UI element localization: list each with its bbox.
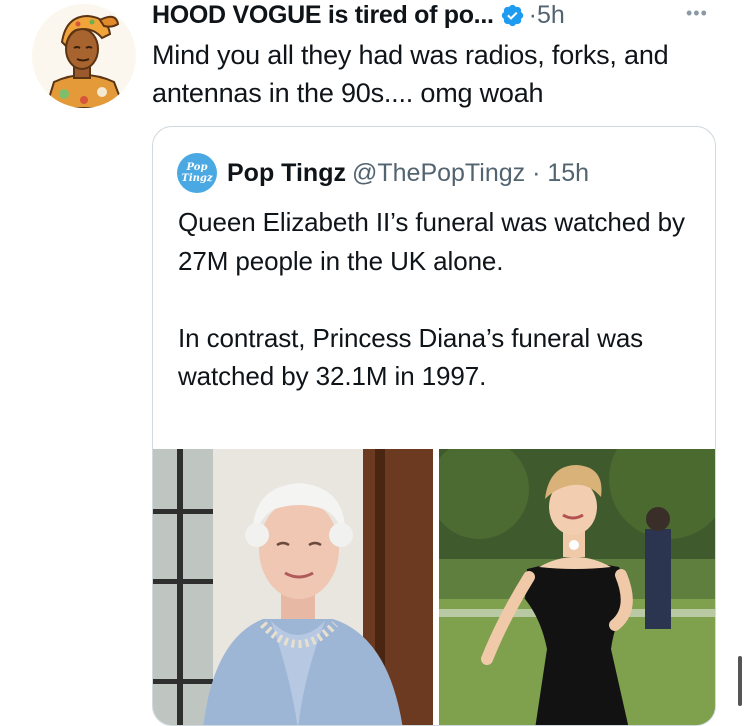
avatar-illustration-icon (32, 4, 136, 108)
more-options-icon[interactable]: ••• (686, 4, 708, 22)
tweet-timestamp[interactable]: ·5h (529, 1, 565, 30)
tweet-text: Mind you all they had was radios, forks,… (152, 40, 669, 108)
quoted-author-handle[interactable]: @ThePopTingz (352, 159, 525, 187)
quoted-tweet-header: Pop Tingz @ThePopTingz · 15h (227, 156, 589, 190)
tweet[interactable]: HOOD VOGUE is tired of po... ·5h ••• Min… (0, 0, 750, 726)
tweet-header: HOOD VOGUE is tired of po... ·5h (152, 0, 565, 32)
quoted-paragraph-1: Queen Elizabeth II’s funeral was watched… (178, 207, 685, 276)
quoted-author-name[interactable]: Pop Tingz (227, 159, 346, 187)
quoted-tweet[interactable]: Pop Tingz Pop Tingz @ThePopTingz · 15h Que… (152, 126, 716, 726)
quoted-paragraph-2: In contrast, Princess Diana’s funeral wa… (178, 322, 644, 392)
scrollbar[interactable] (738, 656, 742, 706)
verified-badge-icon (500, 3, 525, 28)
quoted-author-avatar[interactable]: Pop Tingz (177, 153, 217, 193)
queen-photo[interactable] (153, 449, 433, 725)
quoted-media-grid[interactable] (153, 449, 715, 725)
author-avatar[interactable] (32, 4, 136, 108)
quoted-tweet-text: Queen Elizabeth II’s funeral was watched… (178, 203, 698, 396)
quoted-timestamp[interactable]: · 15h (525, 159, 589, 187)
author-display-name[interactable]: HOOD VOGUE is tired of po... (152, 1, 494, 30)
diana-photo[interactable] (439, 449, 715, 725)
